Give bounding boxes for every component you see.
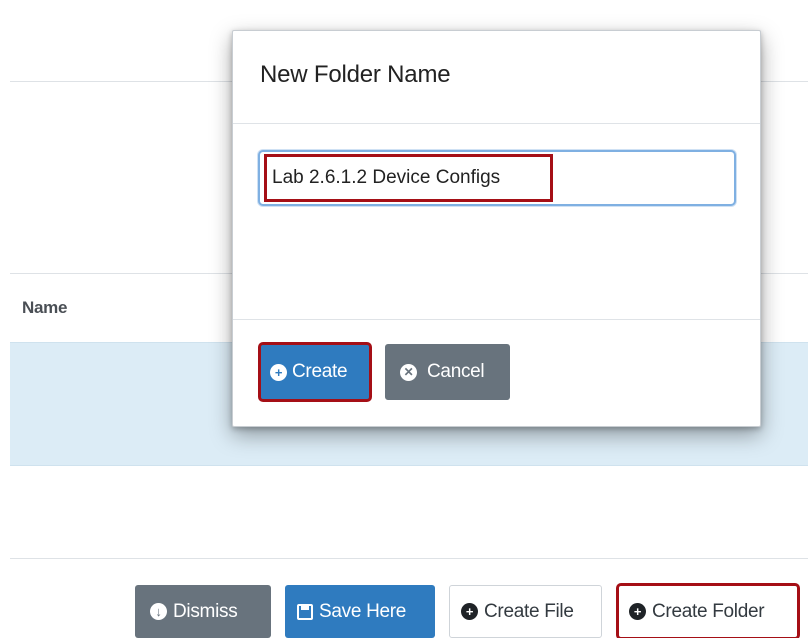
create-button[interactable]: + Create — [258, 342, 372, 402]
dialog-header-divider — [233, 123, 760, 124]
create-file-button[interactable]: + Create File — [449, 585, 602, 638]
dismiss-label: Dismiss — [173, 600, 238, 622]
create-folder-label: Create Folder — [652, 600, 765, 622]
column-header-name[interactable]: Name — [22, 298, 67, 318]
dialog-footer-divider — [233, 319, 760, 320]
cancel-label: Cancel — [427, 361, 485, 382]
cancel-button[interactable]: ✕ Cancel — [385, 344, 510, 400]
save-here-button[interactable]: Save Here — [285, 585, 435, 638]
plus-circle-icon: + — [270, 363, 287, 381]
plus-circle-icon: + — [629, 603, 646, 620]
create-folder-button[interactable]: + Create Folder — [616, 583, 800, 638]
floppy-disk-icon — [297, 603, 313, 620]
footer-divider — [10, 558, 808, 559]
x-circle-icon: ✕ — [400, 363, 417, 381]
new-folder-dialog: New Folder Name + Create ✕ Cancel — [232, 30, 761, 427]
save-here-label: Save Here — [319, 600, 407, 622]
arrow-circle-down-icon: ↓ — [150, 603, 167, 620]
dialog-title: New Folder Name — [260, 61, 451, 88]
plus-circle-icon: + — [461, 603, 478, 620]
folder-name-input[interactable] — [258, 150, 736, 206]
dismiss-button[interactable]: ↓ Dismiss — [135, 585, 271, 638]
create-file-label: Create File — [484, 600, 574, 622]
create-label: Create — [292, 361, 348, 382]
